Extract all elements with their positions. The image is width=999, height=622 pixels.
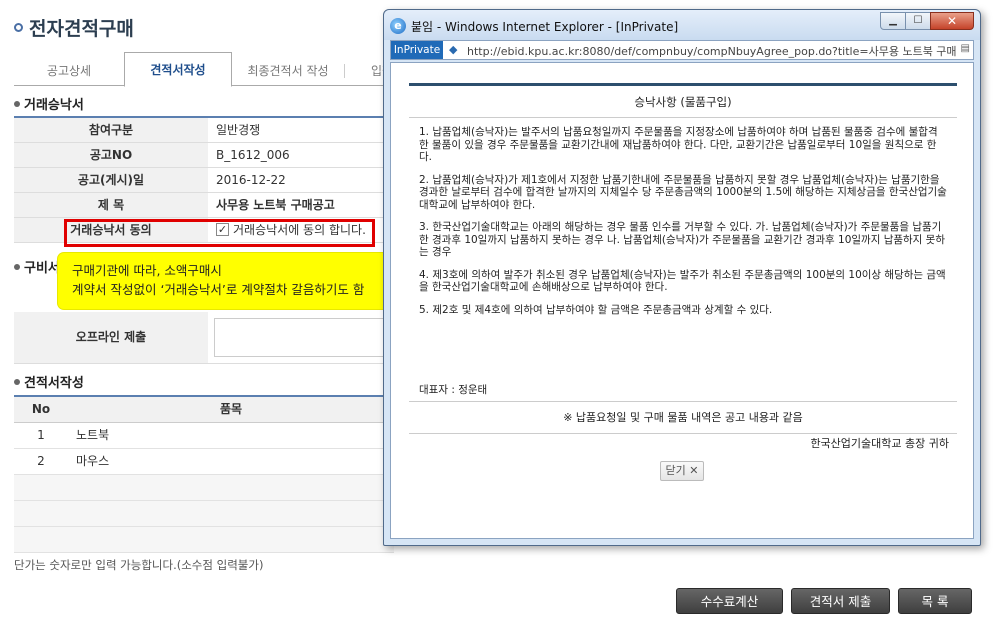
doc-footnote: ※ 납품요청일 및 구매 물품 내역은 공고 내용과 같음	[409, 402, 957, 434]
input-note: 단가는 숫자로만 입력 가능합니다.(소수점 입력불가)	[14, 558, 264, 572]
clause-2: 2. 납품업체(승낙자)가 제1호에서 지정한 납품기한내에 주문물품을 납품하…	[419, 173, 947, 211]
form-label: 공고NO	[14, 143, 208, 167]
submit-quote-button[interactable]: 견적서 제출	[791, 588, 890, 614]
row-item: 마우스	[76, 454, 110, 468]
window-titlebar[interactable]: e 붙임 - Windows Internet Explorer - [InPr…	[384, 10, 980, 40]
tab-notice-detail[interactable]: 공고상세	[14, 56, 124, 86]
page-icon: ◆	[449, 43, 458, 56]
ie-logo-icon: e	[390, 18, 406, 34]
offline-input[interactable]	[214, 318, 394, 357]
offline-label: 오프라인 제출	[14, 312, 208, 363]
form-row-type: 참여구분 일반경쟁	[14, 118, 394, 143]
clause-3: 3. 한국산업기술대학교는 아래의 해당하는 경우 물품 인수를 거부할 수 있…	[419, 221, 945, 258]
table-row-empty	[14, 501, 394, 527]
clause-4: 4. 제3호에 의하여 발주가 취소된 경우 납품업체(승낙자)는 발주가 취소…	[419, 268, 946, 294]
table-row-empty	[14, 475, 394, 501]
form-label: 참여구분	[14, 118, 208, 142]
table-row-empty	[14, 527, 394, 553]
inprivate-badge: InPrivate	[391, 41, 443, 59]
form-value: 2016-12-22	[216, 173, 286, 187]
form-value: 사무용 노트북 구매공고	[216, 198, 335, 212]
window-title: 붙임 - Windows Internet Explorer - [InPriv…	[411, 20, 679, 34]
page-title: 전자견적구매	[14, 14, 134, 41]
form-row-notice-no: 공고NO B_1612_006	[14, 143, 394, 168]
minimize-button[interactable]: ▁	[880, 12, 906, 30]
tab-quote-write[interactable]: 견적서작성	[124, 52, 232, 87]
bullet-icon	[14, 100, 20, 107]
callout-note: 구매기관에 따라, 소액구매시 계약서 작성없이 ‘거래승낙서’로 계약절차 갈…	[58, 253, 430, 309]
row-no: 2	[37, 454, 45, 468]
url-text[interactable]: http://ebid.kpu.ac.kr:8080/def/compnbuy/…	[467, 43, 957, 59]
offline-submit-row: 오프라인 제출	[14, 312, 394, 364]
items-header: No 품목	[14, 397, 394, 423]
representative: 대표자 : 정운태	[419, 384, 488, 396]
signature: 한국산업기술대학교 총장 귀하	[810, 437, 949, 450]
clause-5: 5. 제2호 및 제4호에 의하여 납부하여야 할 금액은 주문총금액과 상계할…	[419, 303, 773, 316]
table-row: 1 노트북	[14, 423, 394, 449]
agreement-document: 승낙사항 (물품구입) 1. 납품업체(승낙자)는 발주서의 납품요청일까지 주…	[409, 83, 957, 434]
fee-calc-button[interactable]: 수수료계산	[676, 588, 783, 614]
action-buttons: 수수료계산 견적서 제출 목 록	[676, 588, 972, 614]
callout-line-2: 계약서 작성없이 ‘거래승낙서’로 계약절차 갈음하기도 함	[72, 282, 365, 297]
maximize-button[interactable]: ☐	[905, 12, 931, 30]
row-no: 1	[37, 428, 45, 442]
form-value: 일반경쟁	[216, 123, 261, 137]
section-docs-heading: 구비서	[14, 257, 60, 276]
form-value: B_1612_006	[216, 148, 290, 162]
doc-title: 승낙사항 (물품구입)	[409, 86, 957, 118]
ie-popup-window: e 붙임 - Windows Internet Explorer - [InPr…	[383, 9, 981, 546]
bullet-icon	[14, 263, 20, 270]
tab-final-quote[interactable]: 최종견적서 작성	[232, 56, 344, 86]
list-button[interactable]: 목 록	[898, 588, 972, 614]
clause-1: 1. 납품업체(승낙자)는 발주서의 납품요청일까지 주문물품을 지정장소에 납…	[419, 126, 938, 163]
agree-highlight-box	[64, 219, 375, 247]
address-bar[interactable]: InPrivate ◆ http://ebid.kpu.ac.kr:8080/d…	[390, 40, 974, 60]
form-label: 공고(게시)일	[14, 168, 208, 192]
tab-divider	[344, 64, 345, 78]
items-table: No 품목 1 노트북 2 마우스	[14, 395, 394, 553]
section-agreement-heading: 거래승낙서	[14, 94, 84, 113]
table-row: 2 마우스	[14, 449, 394, 475]
popup-content: 승낙사항 (물품구입) 1. 납품업체(승낙자)는 발주서의 납품요청일까지 주…	[390, 62, 974, 539]
form-row-date: 공고(게시)일 2016-12-22	[14, 168, 394, 193]
feed-icon[interactable]: ▤	[961, 43, 970, 54]
col-no-header: No	[31, 402, 51, 416]
col-item-header: 품목	[219, 402, 243, 416]
row-item: 노트북	[76, 428, 110, 442]
window-controls: ▁ ☐ ✕	[880, 12, 974, 30]
form-label: 제 목	[14, 193, 208, 217]
close-icon: ✕	[685, 464, 699, 477]
doc-body: 1. 납품업체(승낙자)는 발주서의 납품요청일까지 주문물품을 지정장소에 납…	[409, 118, 957, 402]
section-quote-heading: 견적서작성	[14, 372, 84, 391]
close-button[interactable]: 닫기 ✕	[660, 461, 704, 481]
bullet-icon	[14, 378, 20, 385]
title-bullet-icon	[14, 23, 23, 32]
tab-bar: 공고상세 견적서작성 최종견적서 작성 입찰	[14, 52, 394, 87]
form-row-subject: 제 목 사무용 노트북 구매공고	[14, 193, 394, 218]
callout-line-1: 구매기관에 따라, 소액구매시	[72, 263, 222, 278]
window-close-button[interactable]: ✕	[930, 12, 974, 30]
